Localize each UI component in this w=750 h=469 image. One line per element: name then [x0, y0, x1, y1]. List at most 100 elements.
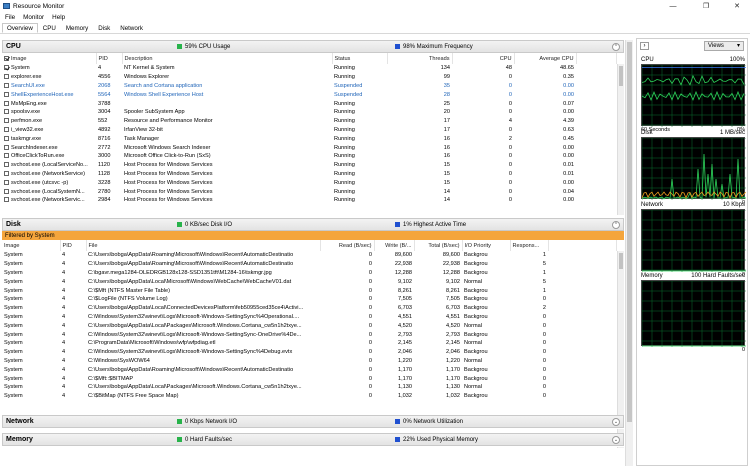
table-row[interactable]: System 4 C:\Users\bobga\AppData\Roaming\Mi…: [2, 365, 616, 374]
table-row[interactable]: svchost.exe (LocalServiceNo... 1120 Host P…: [2, 161, 616, 170]
table-row[interactable]: taskmgr.exe 8716 Task Manager Running 16 2 0.4…: [2, 134, 616, 143]
table-row[interactable]: System 4 NT Kernel & System Running 134 48 48.…: [2, 64, 616, 73]
column-header-image[interactable]: Image: [2, 240, 61, 251]
disk-section-header[interactable]: Disk 0 KB/sec Disk I/O 1% Highest Active…: [2, 218, 624, 231]
disk-scrollbar-thumb[interactable]: [619, 253, 623, 269]
process-checkbox[interactable]: [4, 74, 9, 80]
memory-section-header[interactable]: Memory 0 Hard Faults/sec 22% Used Physic…: [2, 433, 624, 446]
close-icon[interactable]: ✕: [726, 0, 748, 12]
process-checkbox[interactable]: [4, 135, 9, 141]
table-row[interactable]: svchost.exe (NetworkService) 1128 Host Pro…: [2, 170, 616, 179]
table-row[interactable]: System 4 C:\$LogFile (NTFS Volume Log) 0 7,5…: [2, 295, 616, 304]
process-checkbox[interactable]: [4, 65, 9, 71]
process-image-cell[interactable]: taskmgr.exe: [2, 134, 96, 143]
table-row[interactable]: svchost.exe (utcsvc -p) 3228 Host Process …: [2, 178, 616, 187]
process-checkbox[interactable]: [4, 91, 9, 97]
column-header-average-cpu[interactable]: Average CPU: [514, 53, 577, 64]
table-row[interactable]: System 4 C:\$Mft::$BITMAP 0 1,170 1,170 Backgr…: [2, 374, 616, 383]
tab-memory[interactable]: Memory: [61, 23, 93, 33]
table-row[interactable]: System 4 C:\Windows\System32\winevt\Logs\M…: [2, 313, 616, 322]
process-image-cell[interactable]: ShellExperienceHost.exe: [2, 90, 96, 99]
table-row[interactable]: explorer.exe 4556 Windows Explorer Running 9…: [2, 73, 616, 82]
process-checkbox[interactable]: [4, 170, 9, 176]
table-row[interactable]: System 4 C:\Users\bobga\AppData\Local\Conn…: [2, 304, 616, 313]
table-row[interactable]: System 4 C:\$Mft (NTFS Master File Table) 0…: [2, 286, 616, 295]
table-row[interactable]: perfmon.exe 552 Resource and Performance M…: [2, 117, 616, 126]
process-checkbox[interactable]: [4, 118, 9, 124]
tab-disk[interactable]: Disk: [93, 23, 115, 33]
process-image-cell[interactable]: explorer.exe: [2, 73, 96, 82]
maximize-icon[interactable]: ❐: [695, 0, 717, 12]
table-row[interactable]: SearchUI.exe 2068 Search and Cortana appli…: [2, 82, 616, 91]
process-image-cell[interactable]: spoolsv.exe: [2, 108, 96, 117]
process-image-cell[interactable]: i_view32.exe: [2, 126, 96, 135]
table-row[interactable]: System 4 C:\Windows\System32\winevt\Logs\M…: [2, 330, 616, 339]
process-checkbox[interactable]: [4, 188, 9, 194]
table-row[interactable]: svchost.exe (LocalSystemN... 2780 Host Pro…: [2, 187, 616, 196]
process-image-cell[interactable]: svchost.exe (NetworkService): [2, 170, 96, 179]
menu-help[interactable]: Help: [52, 14, 65, 21]
column-header-write[interactable]: Write (B/...: [374, 240, 415, 251]
table-row[interactable]: MsMpEng.exe 3788 Running 25 0 0.07: [2, 99, 616, 108]
tab-cpu[interactable]: CPU: [38, 23, 61, 33]
column-header-description[interactable]: Description: [122, 53, 333, 64]
column-header-file[interactable]: File: [86, 240, 321, 251]
process-image-cell[interactable]: OfficeClickToRun.exe: [2, 152, 96, 161]
process-checkbox[interactable]: [4, 197, 9, 203]
process-image-cell[interactable]: MsMpEng.exe: [2, 99, 96, 108]
table-row[interactable]: System 4 C:\Users\bobga\AppData\Local\Micr…: [2, 277, 616, 286]
process-checkbox[interactable]: [4, 162, 9, 168]
tab-overview[interactable]: Overview: [2, 23, 38, 33]
collapse-panel-icon[interactable]: ›: [640, 41, 649, 50]
process-image-cell[interactable]: svchost.exe (utcsvc -p): [2, 178, 96, 187]
process-image-cell[interactable]: svchost.exe (NetworkServic...: [2, 196, 96, 205]
table-row[interactable]: System 4 C:\Users\bobga\AppData\Roaming\Mi…: [2, 251, 616, 260]
process-checkbox[interactable]: [4, 83, 9, 88]
table-row[interactable]: System 4 C:\Users\bobga\AppData\Local\Pack…: [2, 321, 616, 330]
column-header-pid[interactable]: PID: [96, 53, 123, 64]
table-row[interactable]: spoolsv.exe 3004 Spooler SubSystem App Runn…: [2, 108, 616, 117]
cpu-scrollbar-thumb[interactable]: [619, 66, 623, 86]
column-header-pid[interactable]: PID: [60, 240, 87, 251]
cpu-section-header[interactable]: CPU 59% CPU Usage 98% Maximum Frequency …: [2, 40, 624, 53]
table-row[interactable]: System 4 C:\Windows\SysWOW64 0 1,220 1,220 Nor…: [2, 357, 616, 366]
process-image-cell[interactable]: perfmon.exe: [2, 117, 96, 126]
table-row[interactable]: ShellExperienceHost.exe 5564 Windows Shell…: [2, 90, 616, 99]
filter-bar[interactable]: Filtered by System: [2, 231, 624, 240]
column-header-status[interactable]: Status: [332, 53, 388, 64]
process-checkbox[interactable]: [4, 144, 9, 150]
column-header-cpu[interactable]: CPU: [452, 53, 515, 64]
expand-chevron-icon[interactable]: ⌄: [612, 436, 620, 444]
table-row[interactable]: System 4 C:\Users\bobga\AppData\Local\Pack…: [2, 383, 616, 392]
table-row[interactable]: System 4 C:\$BitMap (NTFS Free Space Map) 0…: [2, 392, 616, 401]
table-row[interactable]: System 4 C:\ProgramData\Microsoft\Windows\…: [2, 339, 616, 348]
process-checkbox[interactable]: [4, 153, 9, 159]
main-scrollbar-thumb[interactable]: [627, 42, 632, 422]
network-section-header[interactable]: Network 0 Kbps Network I/O 0% Network Ut…: [2, 415, 624, 428]
process-image-cell[interactable]: SearchIndexer.exe: [2, 143, 96, 152]
table-row[interactable]: System 4 C:\bgavr.mega1284-OLEDRGB128x128-…: [2, 269, 616, 278]
table-row[interactable]: SearchIndexer.exe 2772 Microsoft Windows S…: [2, 143, 616, 152]
column-header-io-priority[interactable]: I/O Priority: [462, 240, 511, 251]
column-header-total[interactable]: Total (B/sec): [414, 240, 463, 251]
views-dropdown[interactable]: Views ▾: [704, 40, 744, 51]
process-image-cell[interactable]: svchost.exe (LocalSystemN...: [2, 187, 96, 196]
process-image-cell[interactable]: svchost.exe (LocalServiceNo...: [2, 161, 96, 170]
process-checkbox[interactable]: [4, 179, 9, 185]
menu-monitor[interactable]: Monitor: [23, 14, 44, 21]
column-header-threads[interactable]: Threads: [387, 53, 453, 64]
process-image-cell[interactable]: SearchUI.exe: [2, 82, 96, 91]
select-all-checkbox[interactable]: [4, 55, 9, 61]
table-row[interactable]: System 4 C:\Users\bobga\AppData\Roaming\Mi…: [2, 260, 616, 269]
process-checkbox[interactable]: [4, 100, 9, 106]
collapse-chevron-icon[interactable]: ⌃: [612, 43, 620, 51]
cpu-scrollbar[interactable]: [617, 64, 624, 215]
minimize-icon[interactable]: —: [662, 0, 684, 12]
table-row[interactable]: System 4 C:\Windows\System32\winevt\Logs\M…: [2, 348, 616, 357]
column-header-response[interactable]: Respons...: [510, 240, 549, 251]
collapse-chevron-icon[interactable]: ⌃: [612, 221, 620, 229]
main-scrollbar[interactable]: [625, 40, 633, 466]
tab-network[interactable]: Network: [115, 23, 148, 33]
column-header-image[interactable]: Image: [2, 53, 97, 64]
table-row[interactable]: OfficeClickToRun.exe 3000 Microsoft Office…: [2, 152, 616, 161]
